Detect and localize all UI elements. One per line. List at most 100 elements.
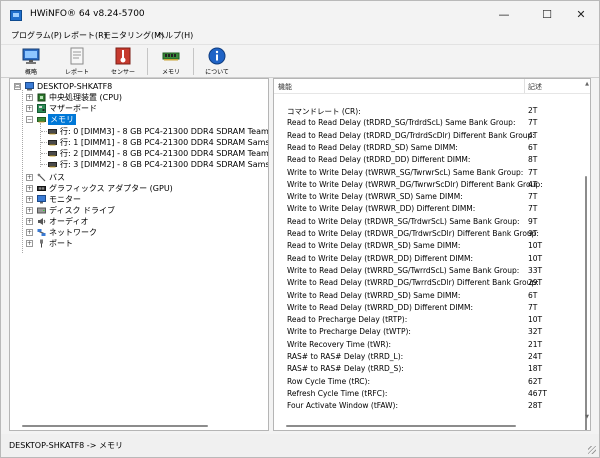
sensor-button[interactable]: センサー xyxy=(101,46,145,77)
row-feature-name[interactable]: RAS# to RAS# Delay (tRRD_L): xyxy=(287,352,403,361)
column-header-feature[interactable]: 機能 xyxy=(278,82,292,92)
row-feature-name[interactable]: Read to Write Delay (tRDWR_SG/TrdwrScL) … xyxy=(287,217,520,226)
tree-item-network[interactable]: + ネットワーク xyxy=(10,227,268,238)
row-feature-name[interactable]: Read to Read Delay (tRDRD_SD) Same DIMM: xyxy=(287,143,458,152)
maximize-button[interactable]: ☐ xyxy=(530,3,564,27)
row-feature-name[interactable]: Write to Write Delay (tWRWR_DG/TwrwrScDl… xyxy=(287,180,543,189)
row-feature-value[interactable]: 467T xyxy=(528,389,547,398)
menu-program[interactable]: プログラム(P) xyxy=(9,30,64,41)
row-feature-name[interactable]: Read to Write Delay (tRDWR_SD) Same DIMM… xyxy=(287,241,460,250)
row-feature-value[interactable]: 32T xyxy=(528,327,542,336)
title-bar[interactable]: HWiNFO® 64 v8.24-5700 — ☐ ✕ xyxy=(1,1,599,29)
vertical-scrollbar[interactable] xyxy=(585,176,587,430)
tree-item-dimm[interactable]: 行: 1 [DIMM1] - 8 GB PC4-21300 DDR4 SDRAM… xyxy=(10,137,268,148)
row-feature-value[interactable]: 10T xyxy=(528,241,542,250)
collapse-toggle[interactable]: − xyxy=(26,116,33,123)
scroll-up-arrow[interactable]: ▲ xyxy=(585,81,589,87)
tree-item-bus[interactable]: + バス xyxy=(10,172,268,183)
memory-button[interactable]: メモリ xyxy=(149,46,193,77)
row-feature-name[interactable]: Read to Read Delay (tRDRD_DD) Different … xyxy=(287,155,470,164)
summary-button[interactable]: 概略 xyxy=(9,46,53,77)
row-feature-value[interactable]: 10T xyxy=(528,254,542,263)
row-feature-name[interactable]: Write to Write Delay (tWRWR_SG/TwrwrScL)… xyxy=(287,168,523,177)
row-feature-value[interactable]: 2T xyxy=(528,106,537,115)
row-feature-name[interactable]: Four Activate Window (tFAW): xyxy=(287,401,398,410)
row-feature-value[interactable]: 4T xyxy=(528,131,537,140)
expand-toggle[interactable]: + xyxy=(26,207,33,214)
row-feature-value[interactable]: 8T xyxy=(528,155,537,164)
row-feature-value[interactable]: 7T xyxy=(528,168,537,177)
row-feature-value[interactable]: 7T xyxy=(528,192,537,201)
resize-grip[interactable] xyxy=(588,446,596,454)
expand-toggle[interactable]: + xyxy=(26,229,33,236)
row-feature-value[interactable]: 21T xyxy=(528,340,542,349)
row-feature-value[interactable]: 62T xyxy=(528,377,542,386)
row-feature-name[interactable]: Write to Write Delay (tWRWR_DD) Differen… xyxy=(287,204,475,213)
close-button[interactable]: ✕ xyxy=(564,3,598,27)
tree-item-dimm[interactable]: 行: 2 [DIMM4] - 8 GB PC4-21300 DDR4 SDRAM… xyxy=(10,148,268,159)
tree-item-motherboard[interactable]: + マザーボード xyxy=(10,103,268,114)
row-feature-value[interactable]: 9T xyxy=(528,217,537,226)
row-feature-name[interactable]: Write Recovery Time (tWR): xyxy=(287,340,391,349)
row-feature-value[interactable]: 7T xyxy=(528,204,537,213)
device-tree[interactable]: ⊟ DESKTOP-SHKATF8 + 中央処理装置 (CPU) + マザーボー… xyxy=(9,78,269,431)
tree-item-monitor[interactable]: + モニター xyxy=(10,194,268,205)
detail-list[interactable]: 機能 記述 コマンドレート (CR): 2T Read to Read Delay … xyxy=(273,78,591,431)
tree-item-memory[interactable]: − メモリ xyxy=(10,114,268,125)
menu-help[interactable]: ヘルプ(H) xyxy=(155,30,195,41)
tree-item-label: 行: 0 [DIMM3] - 8 GB PC4-21300 DDR4 SDRAM… xyxy=(60,127,269,136)
row-feature-value[interactable]: 24T xyxy=(528,352,542,361)
expand-toggle[interactable]: + xyxy=(26,174,33,181)
tree-item-dimm[interactable]: 行: 3 [DIMM2] - 8 GB PC4-21300 DDR4 SDRAM… xyxy=(10,159,268,170)
expand-toggle[interactable]: + xyxy=(26,94,33,101)
tree-item-gpu[interactable]: + グラフィックス アダプター (GPU) xyxy=(10,183,268,194)
row-feature-name[interactable]: コマンドレート (CR): xyxy=(287,106,361,117)
report-button[interactable]: レポート xyxy=(55,46,99,77)
row-feature-name[interactable]: Write to Precharge Delay (tWTP): xyxy=(287,327,411,336)
row-feature-value[interactable]: 6T xyxy=(528,291,537,300)
tree-item-audio[interactable]: + オーディオ xyxy=(10,216,268,227)
row-feature-name[interactable]: Write to Read Delay (tWRRD_SG/TwrrdScL) … xyxy=(287,266,519,275)
hwinfo-app-icon xyxy=(10,10,22,21)
row-feature-name[interactable]: Write to Read Delay (tWRRD_DD) Different… xyxy=(287,303,473,312)
tree-item-cpu[interactable]: + 中央処理装置 (CPU) xyxy=(10,92,268,103)
expand-toggle[interactable]: + xyxy=(26,196,33,203)
expand-toggle[interactable]: + xyxy=(26,218,33,225)
expand-toggle[interactable]: + xyxy=(26,105,33,112)
row-feature-value[interactable]: 9T xyxy=(528,229,537,238)
row-feature-name[interactable]: Read to Read Delay (tRDRD_SG/TrdrdScL) S… xyxy=(287,118,515,127)
row-feature-name[interactable]: RAS# to RAS# Delay (tRRD_S): xyxy=(287,364,404,373)
tree-item-port[interactable]: + ポート xyxy=(10,238,268,249)
row-feature-name[interactable]: Read to Write Delay (tRDWR_DD) Different… xyxy=(287,254,473,263)
row-feature-name[interactable]: Write to Write Delay (tWRWR_SD) Same DIM… xyxy=(287,192,463,201)
row-feature-value[interactable]: 7T xyxy=(528,118,537,127)
about-button[interactable]: について xyxy=(195,46,239,77)
expand-toggle[interactable]: + xyxy=(26,240,33,247)
row-feature-value[interactable]: 29T xyxy=(528,278,542,287)
row-feature-name[interactable]: Read to Write Delay (tRDWR_DG/TrdwrScDlr… xyxy=(287,229,539,238)
row-feature-name[interactable]: Refresh Cycle Time (tRFC): xyxy=(287,389,387,398)
horizontal-scrollbar[interactable] xyxy=(286,425,516,427)
expand-toggle[interactable]: + xyxy=(26,185,33,192)
tree-item-dimm[interactable]: 行: 0 [DIMM3] - 8 GB PC4-21300 DDR4 SDRAM… xyxy=(10,126,268,137)
row-feature-value[interactable]: 7T xyxy=(528,303,537,312)
row-feature-name[interactable]: Write to Read Delay (tWRRD_SD) Same DIMM… xyxy=(287,291,460,300)
column-header-value[interactable]: 記述 xyxy=(528,82,542,92)
row-feature-name[interactable]: Row Cycle Time (tRC): xyxy=(287,377,370,386)
row-feature-value[interactable]: 33T xyxy=(528,266,542,275)
tree-item-root[interactable]: ⊟ DESKTOP-SHKATF8 xyxy=(10,81,268,92)
row-feature-name[interactable]: Read to Read Delay (tRDRD_DG/TrdrdScDlr)… xyxy=(287,131,535,140)
row-feature-name[interactable]: Read to Precharge Delay (tRTP): xyxy=(287,315,407,324)
tree-item-disk[interactable]: + ディスク ドライブ xyxy=(10,205,268,216)
row-feature-name[interactable]: Write to Read Delay (tWRRD_DG/TwrrdScDlr… xyxy=(287,278,539,287)
row-feature-value[interactable]: 4T xyxy=(528,180,537,189)
row-feature-value[interactable]: 28T xyxy=(528,401,542,410)
collapse-toggle[interactable]: ⊟ xyxy=(14,83,21,90)
scroll-down-arrow[interactable]: ▼ xyxy=(585,414,589,420)
row-feature-value[interactable]: 18T xyxy=(528,364,542,373)
horizontal-scrollbar[interactable] xyxy=(22,425,208,427)
column-divider[interactable] xyxy=(524,79,525,93)
row-feature-value[interactable]: 6T xyxy=(528,143,537,152)
minimize-button[interactable]: — xyxy=(487,3,521,27)
row-feature-value[interactable]: 10T xyxy=(528,315,542,324)
